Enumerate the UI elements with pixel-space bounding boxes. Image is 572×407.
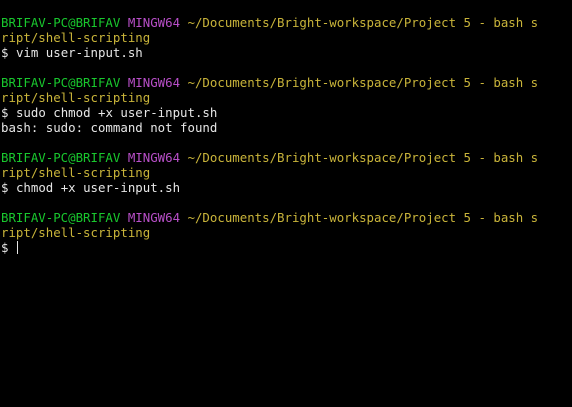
prompt-path: ~/Documents/Bright-workspace/Project 5 -…: [187, 15, 539, 30]
command-text: chmod +x user-input.sh: [15, 180, 181, 195]
prompt-host: MINGW64: [127, 210, 181, 225]
prompt-symbol: $: [1, 180, 9, 195]
prompt-line: BRIFAV-PC@BRIFAV MINGW64 ~/Documents/Bri…: [1, 210, 572, 225]
prompt-path: ~/Documents/Bright-workspace/Project 5 -…: [187, 75, 539, 90]
prompt-path-wrap: ript/shell-scripting: [1, 165, 572, 180]
prompt-host: MINGW64: [127, 15, 181, 30]
prompt-path-wrap: ript/shell-scripting: [1, 90, 572, 105]
prompt-path-continuation: ript/shell-scripting: [1, 165, 151, 180]
command-line: $ chmod +x user-input.sh: [1, 180, 572, 195]
prompt-path-wrap: ript/shell-scripting: [1, 30, 572, 45]
prompt-user: BRIFAV-PC@BRIFAV: [1, 210, 121, 225]
prompt-path-continuation: ript/shell-scripting: [1, 225, 151, 240]
prompt-symbol: $: [1, 45, 9, 60]
prompt-path-wrap: ript/shell-scripting: [1, 225, 572, 240]
command-text: sudo chmod +x user-input.sh: [15, 105, 218, 120]
command-text: vim user-input.sh: [15, 45, 143, 60]
output-text: bash: sudo: command not found: [1, 120, 218, 135]
command-line: $ sudo chmod +x user-input.sh: [1, 105, 572, 120]
active-command-line[interactable]: $: [1, 240, 572, 255]
prompt-path-continuation: ript/shell-scripting: [1, 30, 151, 45]
prompt-line: BRIFAV-PC@BRIFAV MINGW64 ~/Documents/Bri…: [1, 15, 572, 30]
prompt-path: ~/Documents/Bright-workspace/Project 5 -…: [187, 150, 539, 165]
prompt-line: BRIFAV-PC@BRIFAV MINGW64 ~/Documents/Bri…: [1, 150, 572, 165]
prompt-path-continuation: ript/shell-scripting: [1, 90, 151, 105]
command-output: bash: sudo: command not found: [1, 120, 572, 135]
prompt-user: BRIFAV-PC@BRIFAV: [1, 15, 121, 30]
prompt-user: BRIFAV-PC@BRIFAV: [1, 75, 121, 90]
prompt-symbol: $: [1, 240, 9, 255]
prompt-path: ~/Documents/Bright-workspace/Project 5 -…: [187, 210, 539, 225]
prompt-host: MINGW64: [127, 150, 181, 165]
prompt-user: BRIFAV-PC@BRIFAV: [1, 150, 121, 165]
command-line: $ vim user-input.sh: [1, 45, 572, 60]
prompt-symbol: $: [1, 105, 9, 120]
prompt-host: MINGW64: [127, 75, 181, 90]
text-cursor: [16, 241, 18, 254]
terminal-window[interactable]: BRIFAV-PC@BRIFAV MINGW64 ~/Documents/Bri…: [0, 0, 572, 407]
prompt-line: BRIFAV-PC@BRIFAV MINGW64 ~/Documents/Bri…: [1, 75, 572, 90]
